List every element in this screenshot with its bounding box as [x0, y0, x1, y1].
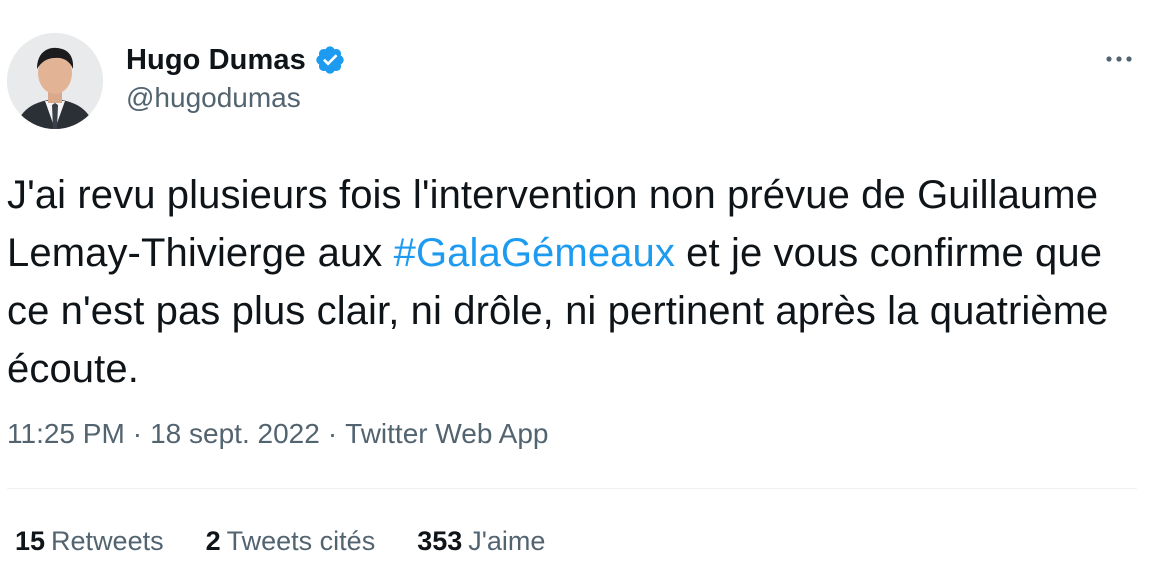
quotes-stat[interactable]: 2 Tweets cités — [206, 526, 376, 557]
retweets-count: 15 — [15, 526, 46, 556]
quotes-label: Tweets cités — [226, 526, 376, 556]
verified-badge-icon — [314, 44, 346, 76]
retweets-stat[interactable]: 15 Retweets — [15, 526, 164, 557]
tweet-card: Hugo Dumas @hugodumas J'ai revu plusieur… — [0, 0, 1162, 582]
tweet-text: J'ai revu plusieurs fois l'intervention … — [7, 166, 1127, 398]
likes-label: J'aime — [468, 526, 546, 556]
likes-count: 353 — [417, 526, 463, 556]
tweet-source[interactable]: Twitter Web App — [345, 418, 548, 449]
tweet-date[interactable]: 18 sept. 2022 — [150, 418, 320, 449]
tweet-time[interactable]: 11:25 PM — [7, 418, 125, 449]
likes-stat[interactable]: 353 J'aime — [417, 526, 545, 557]
tweet-metadata: 11:25 PM · 18 sept. 2022 · Twitter Web App — [7, 418, 549, 450]
more-options-icon[interactable] — [1100, 44, 1138, 74]
engagement-stats: 15 Retweets 2 Tweets cités 353 J'aime — [15, 526, 587, 557]
author-handle[interactable]: @hugodumas — [126, 82, 301, 114]
avatar[interactable] — [7, 33, 103, 129]
quotes-count: 2 — [205, 526, 221, 556]
meta-separator: · — [132, 418, 143, 449]
avatar-image — [7, 33, 103, 129]
hashtag-link[interactable]: #GalaGémeaux — [394, 231, 675, 275]
retweets-label: Retweets — [51, 526, 164, 556]
divider — [7, 488, 1137, 489]
meta-separator: · — [327, 418, 338, 449]
author-name-row: Hugo Dumas — [126, 40, 346, 80]
display-name[interactable]: Hugo Dumas — [126, 44, 306, 77]
